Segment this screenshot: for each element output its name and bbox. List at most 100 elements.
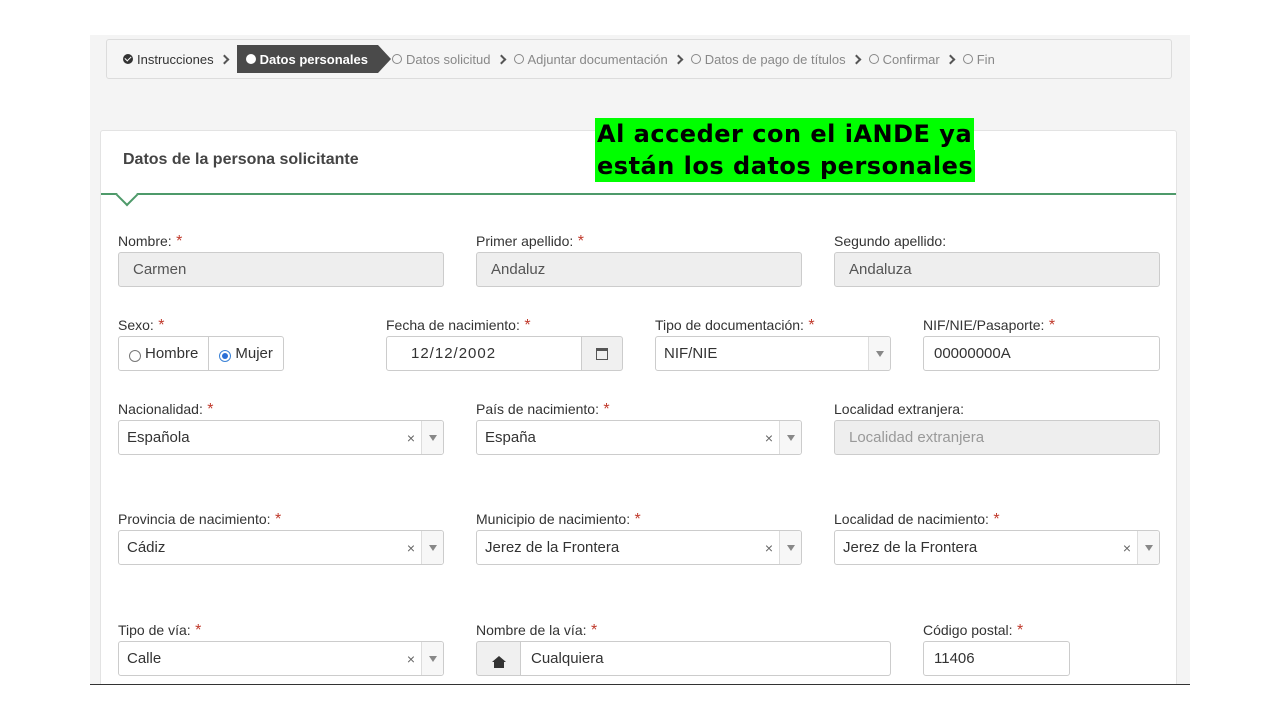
calendar-button[interactable] xyxy=(581,336,623,371)
tipo-documentacion-select[interactable]: NIF/NIE xyxy=(655,336,891,371)
nacionalidad-group: Nacionalidad: * xyxy=(118,401,214,419)
step-instrucciones[interactable]: Instrucciones xyxy=(123,52,214,67)
localidad-extranjera-field[interactable]: Localidad extranjera xyxy=(834,420,1160,455)
applicant-card: Datos de la persona solicitante xyxy=(100,130,1177,685)
tipo-doc-group: Tipo de documentación: * xyxy=(655,317,815,335)
municipio-nacimiento-select[interactable]: Jerez de la Frontera × xyxy=(476,530,802,565)
field-label: Segundo apellido: xyxy=(834,233,947,249)
required-mark: * xyxy=(993,511,1000,528)
chevron-down-icon[interactable] xyxy=(421,421,443,454)
clear-icon[interactable]: × xyxy=(401,651,421,667)
select-value: Calle xyxy=(127,650,162,667)
chevron-down-icon[interactable] xyxy=(779,421,801,454)
field-label: NIF/NIE/Pasaporte: xyxy=(923,317,1045,333)
required-mark: * xyxy=(176,233,183,250)
chevron-down-icon[interactable] xyxy=(421,642,443,675)
primer-apellido-group: Primer apellido: * xyxy=(476,233,584,251)
radio-hombre[interactable]: Hombre xyxy=(119,337,208,370)
select-value: España xyxy=(485,429,536,446)
segundo-apellido-field[interactable]: Andaluza xyxy=(834,252,1160,287)
chevron-right-icon xyxy=(851,54,862,64)
field-label: Código postal: xyxy=(923,622,1013,638)
provincia-nacimiento-select[interactable]: Cádiz × xyxy=(118,530,444,565)
sexo-group: Sexo: * xyxy=(118,317,165,335)
field-label: Fecha de nacimiento: xyxy=(386,317,520,333)
step-label: Datos personales xyxy=(259,51,368,67)
circle-icon xyxy=(391,54,402,64)
clear-icon[interactable]: × xyxy=(759,430,779,446)
required-mark: * xyxy=(634,511,641,528)
radio-checked-icon[interactable] xyxy=(219,349,232,362)
bottom-rule xyxy=(90,684,1190,685)
select-value: Jerez de la Frontera xyxy=(485,539,620,556)
primer-apellido-field[interactable]: Andaluz xyxy=(476,252,802,287)
banner-line-1: Al acceder con el iANDE ya xyxy=(595,118,975,150)
chevron-down-icon[interactable] xyxy=(1137,531,1159,564)
pais-nacimiento-select[interactable]: España × xyxy=(476,420,802,455)
radio-mujer[interactable]: Mujer xyxy=(208,337,283,370)
nombre-via-field[interactable]: Cualquiera xyxy=(520,641,891,676)
municipio-group: Municipio de nacimiento: * xyxy=(476,511,641,529)
select-value: Española xyxy=(127,429,190,446)
required-mark: * xyxy=(808,317,815,334)
circle-icon xyxy=(962,54,973,64)
circle-icon xyxy=(513,54,524,64)
chevron-down-icon[interactable] xyxy=(868,337,890,370)
fecha-group: Fecha de nacimiento: * xyxy=(386,317,531,335)
step-fin[interactable]: Fin xyxy=(962,52,995,67)
step-label: Confirmar xyxy=(882,51,940,67)
required-mark: * xyxy=(524,317,531,334)
required-mark: * xyxy=(603,401,610,418)
required-mark: * xyxy=(590,622,598,639)
nombre-field[interactable]: Carmen xyxy=(118,252,444,287)
fecha-nacimiento-field[interactable]: 12/12/2002 xyxy=(386,336,582,371)
banner-line-2: están los datos personales xyxy=(595,150,976,182)
tipo-via-select[interactable]: Calle × xyxy=(118,641,444,676)
highlight-banner: Al acceder con el iANDE ya están los dat… xyxy=(595,118,976,182)
circle-icon xyxy=(690,54,701,64)
localidad-group: Localidad de nacimiento: * xyxy=(834,511,1000,529)
pais-group: País de nacimiento: * xyxy=(476,401,610,419)
circle-icon xyxy=(245,54,256,64)
step-confirmar[interactable]: Confirmar xyxy=(868,51,940,67)
clear-icon[interactable]: × xyxy=(759,540,779,556)
clear-icon[interactable]: × xyxy=(1117,540,1137,556)
chevron-right-icon xyxy=(496,54,506,64)
provincia-group: Provincia de nacimiento: * xyxy=(118,511,281,529)
nif-group: NIF/NIE/Pasaporte: * xyxy=(923,317,1055,335)
home-icon xyxy=(491,655,506,668)
step-adjuntar-documentacion[interactable]: Adjuntar documentación xyxy=(513,51,668,67)
clear-icon[interactable]: × xyxy=(401,430,421,446)
required-mark: * xyxy=(158,317,165,334)
nif-field[interactable]: 00000000A xyxy=(923,336,1160,371)
radio-label: Mujer xyxy=(235,345,273,362)
required-mark: * xyxy=(1048,317,1056,334)
field-label: Nombre de la vía: xyxy=(476,622,587,638)
step-datos-personales[interactable]: Datos personales xyxy=(236,45,392,73)
localidad-nacimiento-select[interactable]: Jerez de la Frontera × xyxy=(834,530,1160,565)
required-mark: * xyxy=(577,233,584,250)
select-value: Cádiz xyxy=(127,539,166,556)
field-label: País de nacimiento: xyxy=(476,401,599,417)
step-label: Adjuntar documentación xyxy=(527,51,668,67)
radio-label: Hombre xyxy=(145,345,199,362)
step-datos-pago[interactable]: Datos de pago de títulos xyxy=(690,52,846,67)
chevron-down-icon[interactable] xyxy=(421,531,443,564)
chevron-right-icon xyxy=(673,54,684,64)
codigo-postal-field[interactable]: 11406 xyxy=(923,641,1070,676)
codigo-postal-group: Código postal: * xyxy=(923,622,1023,640)
required-mark: * xyxy=(207,401,214,418)
field-label: Nacionalidad: xyxy=(118,401,203,417)
calendar-icon xyxy=(596,347,608,360)
wizard-steps: Instrucciones Datos personales Datos sol… xyxy=(106,39,1172,79)
check-circle-icon xyxy=(123,54,133,64)
segundo-apellido-group: Segundo apellido: xyxy=(834,233,946,251)
nacionalidad-select[interactable]: Española × xyxy=(118,420,444,455)
step-datos-solicitud[interactable]: Datos solicitud xyxy=(391,52,491,67)
field-label: Municipio de nacimiento: xyxy=(476,511,631,527)
chevron-down-icon[interactable] xyxy=(779,531,801,564)
field-label: Localidad extranjera: xyxy=(834,401,964,417)
radio-icon[interactable] xyxy=(129,349,141,362)
tipo-via-group: Tipo de vía: * xyxy=(118,622,201,640)
clear-icon[interactable]: × xyxy=(401,540,421,556)
